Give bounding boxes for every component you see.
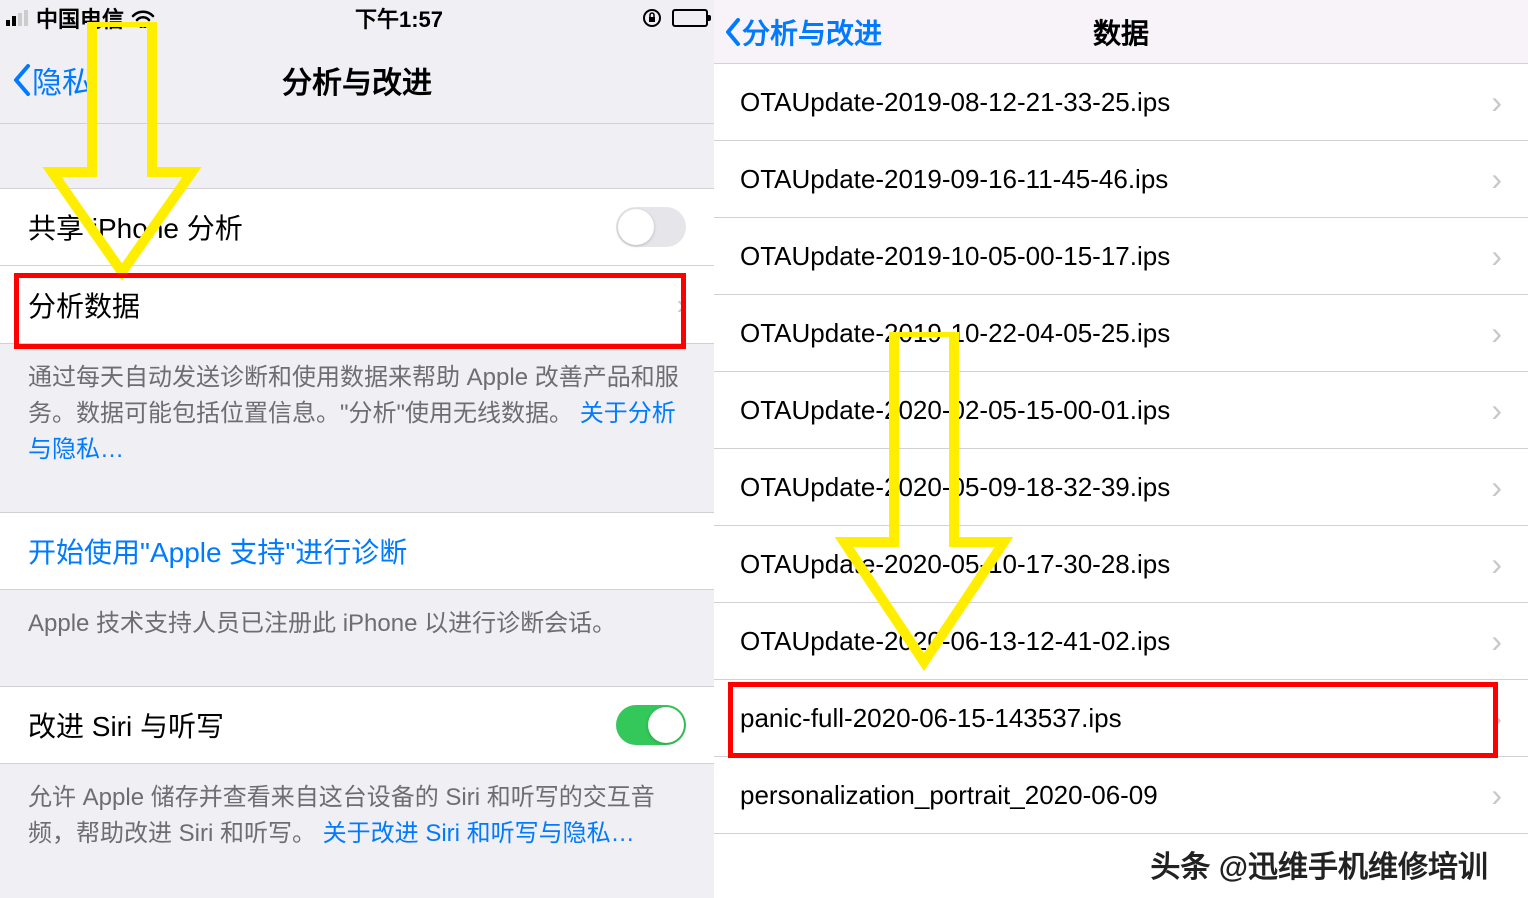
data-file-list[interactable]: OTAUpdate-2019-08-12-21-33-25.ips › OTAUp… bbox=[714, 64, 1528, 834]
nav-bar: 隐私 分析与改进 bbox=[0, 36, 714, 124]
apple-support-label: 开始使用"Apple 支持"进行诊断 bbox=[28, 531, 407, 571]
list-item[interactable]: OTAUpdate-2019-10-22-04-05-25.ips › bbox=[714, 295, 1528, 372]
battery-icon bbox=[672, 9, 708, 27]
list-item[interactable]: OTAUpdate-2019-10-05-00-15-17.ips › bbox=[714, 218, 1528, 295]
filename-label: OTAUpdate-2019-09-16-11-45-46.ips bbox=[740, 164, 1168, 195]
chevron-right-icon: › bbox=[1491, 469, 1502, 506]
list-item[interactable]: OTAUpdate-2019-09-16-11-45-46.ips › bbox=[714, 141, 1528, 218]
filename-label: OTAUpdate-2019-10-22-04-05-25.ips bbox=[740, 318, 1170, 349]
spacer bbox=[0, 484, 714, 512]
chevron-right-icon: › bbox=[1491, 700, 1502, 737]
filename-label: OTAUpdate-2019-08-12-21-33-25.ips bbox=[740, 87, 1170, 118]
list-item[interactable]: personalization_portrait_2020-06-09 › bbox=[714, 757, 1528, 834]
list-item[interactable]: panic-full-2020-06-15-143537.ips › bbox=[714, 680, 1528, 757]
filename-label: personalization_portrait_2020-06-09 bbox=[740, 780, 1158, 811]
analytics-data-label: 分析数据 bbox=[28, 285, 140, 325]
filename-label: OTAUpdate-2020-05-10-17-30-28.ips bbox=[740, 549, 1170, 580]
analytics-data-row[interactable]: 分析数据 › bbox=[0, 266, 714, 344]
chevron-right-icon: › bbox=[1491, 238, 1502, 275]
orientation-lock-icon bbox=[642, 8, 662, 28]
chevron-right-icon: › bbox=[1491, 777, 1502, 814]
nav-bar: 分析与改进 数据 bbox=[714, 0, 1528, 64]
page-title: 分析与改进 bbox=[0, 58, 714, 102]
settings-analytics-screen: 中国电信 下午1:57 隐私 分析与改进 共享 iPhone 分析 分析数据 ›… bbox=[0, 0, 714, 898]
chevron-right-icon: › bbox=[1491, 161, 1502, 198]
back-label: 分析与改进 bbox=[742, 12, 882, 52]
filename-label: OTAUpdate-2019-10-05-00-15-17.ips bbox=[740, 241, 1170, 272]
clock-label: 下午1:57 bbox=[355, 2, 443, 34]
list-item[interactable]: OTAUpdate-2020-05-10-17-30-28.ips › bbox=[714, 526, 1528, 603]
wifi-icon bbox=[130, 8, 156, 28]
chevron-left-icon bbox=[10, 62, 32, 98]
chevron-right-icon: › bbox=[1491, 315, 1502, 352]
footer-2: Apple 技术支持人员已注册此 iPhone 以进行诊断会话。 bbox=[0, 590, 714, 658]
status-bar: 中国电信 下午1:57 bbox=[0, 0, 714, 36]
share-analytics-label: 共享 iPhone 分析 bbox=[28, 207, 243, 247]
carrier-label: 中国电信 bbox=[36, 2, 124, 34]
improve-siri-label: 改进 Siri 与听写 bbox=[28, 705, 224, 745]
chevron-right-icon: › bbox=[677, 289, 686, 321]
apple-support-diag-row[interactable]: 开始使用"Apple 支持"进行诊断 bbox=[0, 512, 714, 590]
footer-1: 通过每天自动发送诊断和使用数据来帮助 Apple 改善产品和服务。数据可能包括位… bbox=[0, 344, 714, 484]
share-analytics-row[interactable]: 共享 iPhone 分析 bbox=[0, 188, 714, 266]
list-item[interactable]: OTAUpdate-2020-06-13-12-41-02.ips › bbox=[714, 603, 1528, 680]
chevron-left-icon bbox=[722, 16, 742, 48]
improve-siri-row[interactable]: 改进 Siri 与听写 bbox=[0, 686, 714, 764]
spacer bbox=[0, 658, 714, 686]
footer-3: 允许 Apple 储存并查看来自这台设备的 Siri 和听写的交互音频，帮助改进… bbox=[0, 764, 714, 868]
filename-label: OTAUpdate-2020-05-09-18-32-39.ips bbox=[740, 472, 1170, 503]
back-label: 隐私 bbox=[32, 58, 92, 102]
list-item[interactable]: OTAUpdate-2020-02-05-15-00-01.ips › bbox=[714, 372, 1528, 449]
chevron-right-icon: › bbox=[1491, 623, 1502, 660]
share-analytics-toggle[interactable] bbox=[616, 207, 686, 247]
signal-icon bbox=[6, 10, 30, 26]
filename-label: panic-full-2020-06-15-143537.ips bbox=[740, 703, 1122, 734]
about-siri-link[interactable]: 关于改进 Siri 和听写与隐私… bbox=[323, 820, 635, 847]
filename-label: OTAUpdate-2020-06-13-12-41-02.ips bbox=[740, 626, 1170, 657]
list-item[interactable]: OTAUpdate-2019-08-12-21-33-25.ips › bbox=[714, 64, 1528, 141]
back-button[interactable]: 隐私 bbox=[0, 58, 92, 102]
footer-2-text: Apple 技术支持人员已注册此 iPhone 以进行诊断会话。 bbox=[28, 610, 616, 637]
analytics-data-list-screen: 分析与改进 数据 OTAUpdate-2019-08-12-21-33-25.i… bbox=[714, 0, 1528, 898]
chevron-right-icon: › bbox=[1491, 84, 1502, 121]
list-item[interactable]: OTAUpdate-2020-05-09-18-32-39.ips › bbox=[714, 449, 1528, 526]
filename-label: OTAUpdate-2020-02-05-15-00-01.ips bbox=[740, 395, 1170, 426]
chevron-right-icon: › bbox=[1491, 546, 1502, 583]
watermark-label: 头条 @迅维手机维修培训 bbox=[1150, 842, 1488, 886]
back-button[interactable]: 分析与改进 bbox=[714, 12, 882, 52]
chevron-right-icon: › bbox=[1491, 392, 1502, 429]
improve-siri-toggle[interactable] bbox=[616, 705, 686, 745]
spacer bbox=[0, 124, 714, 188]
